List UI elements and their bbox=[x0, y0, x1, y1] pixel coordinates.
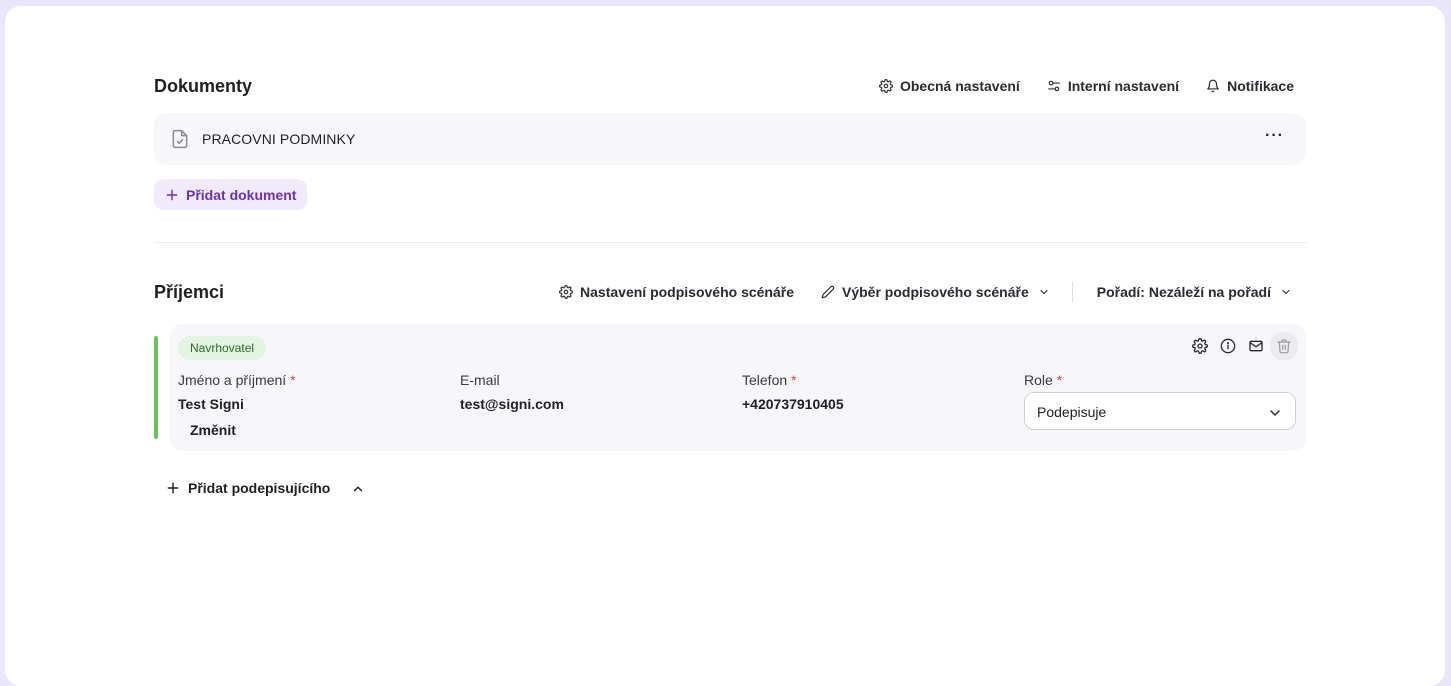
chevron-up-icon[interactable] bbox=[351, 482, 365, 496]
documents-toolbar: Obecná nastavení Interní nastavení Notif… bbox=[879, 78, 1294, 94]
recipient-accent-bar bbox=[154, 336, 158, 439]
role-label-text: Role bbox=[1024, 372, 1053, 388]
required-mark: * bbox=[290, 372, 296, 388]
phone-label-text: Telefon bbox=[742, 372, 788, 388]
general-settings-button[interactable]: Obecná nastavení bbox=[879, 78, 1020, 94]
recipient-email: test@signi.com bbox=[460, 396, 564, 412]
recipient-email-button[interactable] bbox=[1244, 334, 1268, 358]
document-row[interactable]: PRACOVNI PODMINKY ··· bbox=[154, 113, 1306, 165]
plus-icon bbox=[166, 189, 178, 200]
document-name: PRACOVNI PODMINKY bbox=[202, 131, 356, 147]
chevron-down-icon bbox=[1282, 289, 1290, 295]
recipient-role-badge: Navrhovatel bbox=[178, 336, 267, 360]
change-name-button[interactable]: Změnit bbox=[190, 422, 236, 438]
file-check-icon bbox=[172, 129, 188, 149]
documents-title: Dokumenty bbox=[154, 76, 253, 96]
section-divider bbox=[154, 242, 1306, 243]
notifications-label: Notifikace bbox=[1227, 78, 1294, 94]
recipients-toolbar: Nastavení podpisového scénáře Výběr podp… bbox=[559, 282, 1292, 302]
info-icon bbox=[1220, 338, 1236, 354]
scenario-select-label: Výběr podpisového scénáře bbox=[842, 284, 1029, 300]
main-card: Dokumenty Obecná nastavení Interní nasta… bbox=[5, 6, 1445, 686]
role-select-value: Podepisuje bbox=[1037, 404, 1107, 420]
add-signer-label: Přidat podepisujícího bbox=[188, 480, 331, 496]
gear-icon bbox=[879, 79, 893, 93]
recipient-name: Test Signi bbox=[178, 396, 244, 412]
name-label-text: Jméno a příjmení bbox=[178, 372, 287, 388]
pencil-icon bbox=[821, 285, 835, 299]
name-label: Jméno a příjmení * bbox=[178, 372, 296, 388]
scenario-settings-button[interactable]: Nastavení podpisového scénáře bbox=[559, 284, 794, 300]
general-settings-label: Obecná nastavení bbox=[899, 78, 1020, 94]
toolbar-separator bbox=[1071, 282, 1073, 302]
scenario-select-button[interactable]: Výběr podpisového scénáře bbox=[821, 284, 1050, 300]
chevron-down-icon bbox=[1040, 289, 1048, 295]
required-mark: * bbox=[1056, 372, 1063, 388]
recipients-header: Příjemci Nastavení podpisového scénáře V… bbox=[154, 282, 1306, 304]
add-document-label: Přidat dokument bbox=[186, 186, 297, 203]
document-more-icon[interactable]: ··· bbox=[1265, 127, 1284, 145]
required-mark: * bbox=[791, 372, 797, 388]
recipient-info-button[interactable] bbox=[1216, 334, 1240, 358]
recipient-body: Navrhovatel Jméno a příjmení * E-mail Te… bbox=[170, 324, 1306, 451]
internal-settings-label: Interní nastavení bbox=[1067, 78, 1180, 94]
order-select-button[interactable]: Pořadí: Nezáleží na pořadí bbox=[1097, 284, 1292, 300]
role-select[interactable]: Podepisuje bbox=[1024, 392, 1296, 430]
mail-icon bbox=[1249, 340, 1263, 352]
sliders-icon bbox=[1047, 80, 1060, 92]
internal-settings-button[interactable]: Interní nastavení bbox=[1047, 78, 1179, 94]
add-document-button[interactable]: Přidat dokument bbox=[154, 179, 308, 210]
add-signer-button[interactable]: Přidat podepisujícího bbox=[166, 480, 330, 496]
trash-icon bbox=[1277, 339, 1291, 354]
order-label: Pořadí: Nezáleží na pořadí bbox=[1096, 284, 1271, 300]
documents-header: Dokumenty Obecná nastavení Interní nasta… bbox=[154, 76, 1306, 100]
recipient-delete-button[interactable] bbox=[1270, 332, 1298, 360]
recipient-phone: +420737910405 bbox=[742, 396, 844, 412]
phone-label: Telefon * bbox=[742, 372, 797, 388]
recipient-settings-button[interactable] bbox=[1188, 334, 1212, 358]
recipient-card: Navrhovatel Jméno a příjmení * E-mail Te… bbox=[154, 324, 1306, 451]
email-label: E-mail bbox=[460, 372, 500, 388]
scenario-settings-label: Nastavení podpisového scénáře bbox=[580, 284, 794, 300]
chevron-down-icon bbox=[1270, 410, 1280, 416]
bell-icon bbox=[1207, 79, 1219, 93]
notifications-button[interactable]: Notifikace bbox=[1206, 78, 1294, 94]
role-label: Role * bbox=[1024, 372, 1062, 388]
recipients-title: Příjemci bbox=[154, 282, 225, 302]
gear-icon bbox=[559, 285, 573, 299]
plus-icon bbox=[167, 482, 179, 494]
gear-icon bbox=[1192, 338, 1208, 354]
